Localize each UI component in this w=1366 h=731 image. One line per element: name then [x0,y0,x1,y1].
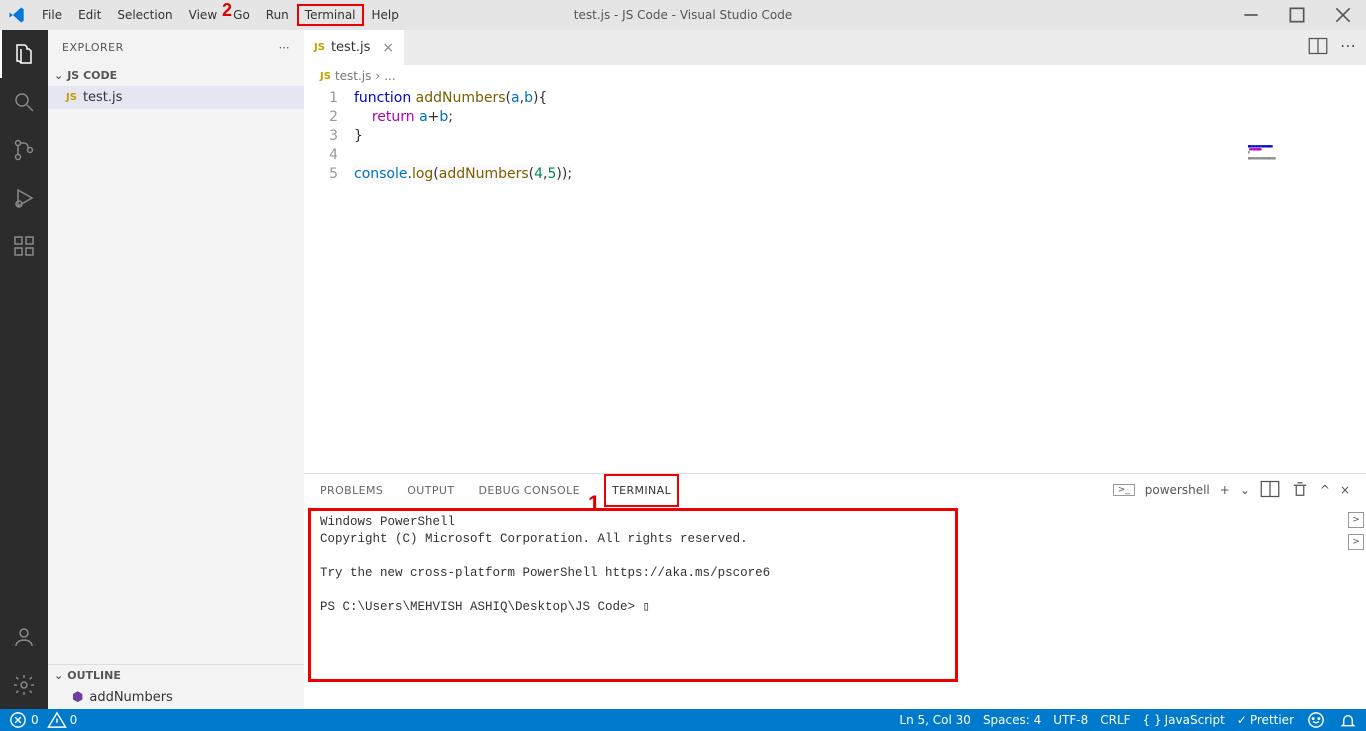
minimize-button[interactable] [1228,0,1274,30]
status-warnings[interactable]: 0 [47,710,78,730]
outline-label: OUTLINE [67,669,121,682]
panel-tab-output[interactable]: OUTPUT [407,484,454,497]
panel-tabs: PROBLEMS OUTPUT DEBUG CONSOLE TERMINAL >… [304,474,1366,506]
close-panel-icon[interactable]: × [1340,483,1350,497]
chevron-down-icon: ⌄ [54,69,63,82]
split-terminal-icon[interactable] [1260,479,1280,502]
terminal-instance-icon[interactable]: > [1348,534,1364,550]
menu-bar: File Edit Selection View Go Run Terminal… [34,4,407,26]
tab-label: test.js [331,40,370,55]
status-errors[interactable]: 0 [8,710,39,730]
status-bell-icon[interactable] [1338,710,1358,730]
menu-run[interactable]: Run [258,4,297,26]
code-content[interactable]: function addNumbers(a,b){ return a+b; } … [354,87,572,473]
breadcrumb-file: test.js [335,69,371,83]
status-feedback-icon[interactable] [1306,710,1326,730]
explorer-more-icon[interactable]: ⋯ [279,41,291,54]
status-language[interactable]: { } JavaScript [1143,713,1225,727]
close-tab-icon[interactable]: × [382,40,394,56]
chevron-right-icon: › [375,69,380,83]
breadcrumb[interactable]: JS test.js › ... [304,65,1366,87]
tab-more-icon[interactable]: ⋯ [1340,36,1356,60]
status-spaces[interactable]: Spaces: 4 [983,713,1041,727]
outline-section[interactable]: ⌄ OUTLINE [48,665,304,686]
project-section[interactable]: ⌄ JS CODE [48,65,304,86]
menu-terminal[interactable]: Terminal [297,4,364,26]
shell-name[interactable]: powershell [1145,483,1210,497]
project-name: JS CODE [67,69,117,82]
shell-indicator[interactable]: >_ [1113,484,1135,496]
terminal-dropdown-icon[interactable]: ⌄ [1240,483,1250,497]
js-file-icon: JS [66,92,77,103]
search-icon[interactable] [0,78,48,126]
source-control-icon[interactable] [0,126,48,174]
menu-view[interactable]: View [181,4,225,26]
explorer-sidebar: EXPLORER ⋯ ⌄ JS CODE JS test.js ⌄ OUTLIN… [48,30,304,709]
menu-edit[interactable]: Edit [70,4,109,26]
status-encoding[interactable]: UTF-8 [1053,713,1088,727]
settings-gear-icon[interactable] [0,661,48,709]
editor-area: JS test.js × ⋯ JS test.js › ... 12345 fu… [304,30,1366,709]
minimap[interactable]: ████████████████ █████████ █████████████… [1246,144,1366,164]
activity-bar [0,30,48,709]
function-cube-icon: ⬢ [72,690,83,705]
code-editor[interactable]: 12345 function addNumbers(a,b){ return a… [304,87,1366,473]
explorer-icon[interactable] [0,30,48,78]
title-bar: File Edit Selection View Go Run Terminal… [0,0,1366,30]
maximize-panel-icon[interactable]: ^ [1320,483,1330,497]
menu-file[interactable]: File [34,4,70,26]
editor-tabs: JS test.js × ⋯ [304,30,1366,65]
status-eol[interactable]: CRLF [1100,713,1130,727]
window-title: test.js - JS Code - Visual Studio Code [574,8,792,22]
file-name: test.js [83,90,122,105]
vscode-icon [0,5,34,25]
annotation-2: 2 [222,0,232,21]
file-item-testjs[interactable]: JS test.js [48,86,304,109]
status-cursor-pos[interactable]: Ln 5, Col 30 [899,713,971,727]
panel-tab-problems[interactable]: PROBLEMS [320,484,383,497]
close-button[interactable] [1320,0,1366,30]
menu-selection[interactable]: Selection [109,4,180,26]
kill-terminal-icon[interactable] [1290,479,1310,502]
outline-item[interactable]: ⬢ addNumbers [48,686,304,709]
bottom-panel: PROBLEMS OUTPUT DEBUG CONSOLE TERMINAL >… [304,473,1366,709]
js-file-icon: JS [314,42,325,53]
chevron-down-icon: ⌄ [54,669,63,682]
status-warning-count: 0 [70,713,78,727]
outline-item-name: addNumbers [89,690,172,705]
maximize-button[interactable] [1274,0,1320,30]
terminal-instance-icon[interactable]: > [1348,512,1364,528]
menu-help[interactable]: Help [364,4,407,26]
breadcrumb-rest: ... [384,69,395,83]
status-prettier[interactable]: ✓ Prettier [1237,713,1294,727]
explorer-label: EXPLORER [62,41,124,54]
explorer-header: EXPLORER ⋯ [48,30,304,65]
panel-tab-debug[interactable]: DEBUG CONSOLE [478,484,580,497]
account-icon[interactable] [0,613,48,661]
js-file-icon: JS [320,71,331,82]
run-debug-icon[interactable] [0,174,48,222]
tab-testjs[interactable]: JS test.js × [304,30,404,65]
terminal-content[interactable]: Windows PowerShell Copyright (C) Microso… [304,506,1366,709]
panel-tab-terminal[interactable]: TERMINAL [604,474,679,507]
status-error-count: 0 [31,713,39,727]
new-terminal-icon[interactable]: + [1220,483,1230,497]
line-numbers: 12345 [304,87,354,473]
status-bar: 0 0 Ln 5, Col 30 Spaces: 4 UTF-8 CRLF { … [0,709,1366,731]
split-editor-icon[interactable] [1308,36,1328,60]
extensions-icon[interactable] [0,222,48,270]
